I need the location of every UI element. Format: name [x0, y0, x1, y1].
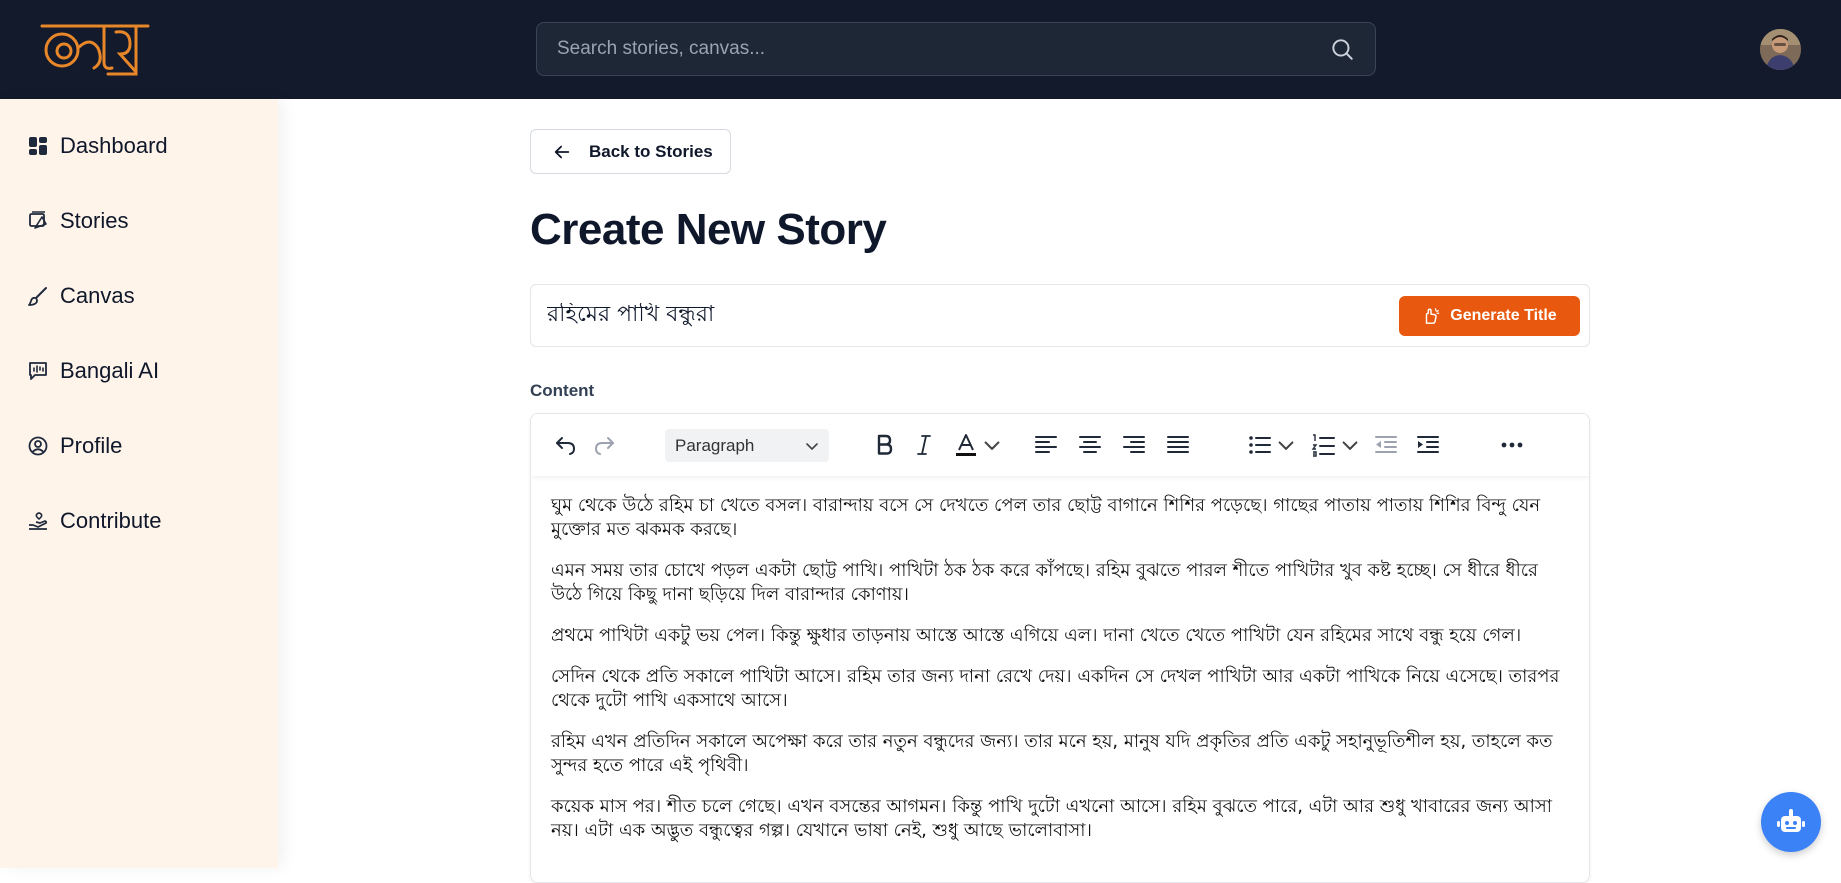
block-format-select[interactable]: Paragraph	[665, 429, 829, 462]
bold-button[interactable]	[869, 430, 899, 460]
undo-icon	[556, 437, 576, 455]
align-center-icon	[1079, 436, 1101, 453]
brush-icon	[28, 287, 47, 306]
sidebar-item-stories[interactable]: Stories	[28, 201, 128, 241]
text-color-dropdown[interactable]	[983, 430, 1001, 460]
generate-title-button[interactable]: Generate Title	[1399, 296, 1580, 336]
top-bar	[0, 0, 1841, 99]
search-bar[interactable]	[536, 22, 1376, 76]
search-icon[interactable]	[1329, 36, 1355, 62]
story-paragraph: কয়েক মাস পর। শীত চলে গেছে। এখন বসন্তের …	[551, 796, 1552, 841]
sidebar-item-label: Bangali AI	[60, 358, 160, 383]
dashboard-icon	[29, 137, 47, 155]
undo-button[interactable]	[551, 430, 581, 460]
align-left-icon	[1035, 436, 1057, 453]
editor-toolbar: Paragraph	[531, 414, 1589, 476]
arrow-left-icon	[554, 145, 570, 158]
contribute-icon	[29, 512, 48, 530]
sidebar-item-profile[interactable]: Profile	[28, 426, 122, 466]
sidebar-item-label: Canvas	[60, 283, 135, 308]
sidebar-item-label: Contribute	[60, 508, 162, 533]
story-paragraph: সেদিন থেকে প্রতি সকালে পাখিটা আসে। রহিম …	[551, 666, 1560, 711]
align-right-icon	[1123, 436, 1145, 453]
sidebar: Dashboard Stories Canvas Bangali AI Prof…	[0, 99, 278, 868]
bullet-list-dropdown[interactable]	[1277, 430, 1295, 460]
story-paragraph: প্রথমে পাখিটা একটু ভয় পেল। কিন্তু ক্ষুধ…	[551, 625, 1522, 646]
robot-icon	[1777, 809, 1805, 832]
chevron-down-icon	[1342, 441, 1358, 450]
outdent-button[interactable]	[1371, 430, 1401, 460]
rich-text-editor: Paragraph ঘুম থেকে উঠে রহিম চা খেতে বসল।…	[530, 413, 1590, 883]
search-input[interactable]	[557, 38, 1329, 60]
logo-icon	[40, 24, 150, 76]
numbered-list-dropdown[interactable]	[1341, 430, 1359, 460]
more-horizontal-icon	[1501, 442, 1523, 448]
page-title: Create New Story	[530, 205, 887, 254]
redo-icon	[594, 437, 614, 455]
back-label: Back to Stories	[589, 141, 713, 161]
stories-icon	[29, 211, 47, 229]
indent-button[interactable]	[1413, 430, 1443, 460]
italic-icon	[917, 435, 931, 455]
sidebar-item-canvas[interactable]: Canvas	[28, 276, 135, 316]
align-center-button[interactable]	[1075, 430, 1105, 460]
numbered-list-button[interactable]	[1309, 430, 1339, 460]
chevron-down-icon	[806, 442, 818, 450]
chatbot-button[interactable]	[1761, 792, 1821, 852]
back-to-stories-button[interactable]: Back to Stories	[530, 129, 731, 174]
story-paragraph: রহিম এখন প্রতিদিন সকালে অপেক্ষা করে তার …	[551, 731, 1553, 776]
align-justify-icon	[1167, 436, 1189, 453]
align-left-button[interactable]	[1031, 430, 1061, 460]
editor-content-area[interactable]: ঘুম থেকে উঠে রহিম চা খেতে বসল। বারান্দায…	[531, 476, 1589, 860]
chevron-down-icon	[1278, 441, 1294, 450]
story-paragraph: এমন সময় তার চোখে পড়ল একটা ছোট্ট পাখি। …	[551, 560, 1538, 605]
more-options-button[interactable]	[1495, 430, 1529, 460]
italic-button[interactable]	[909, 430, 939, 460]
sidebar-item-dashboard[interactable]: Dashboard	[28, 126, 168, 166]
sidebar-item-label: Profile	[60, 433, 123, 458]
bullet-list-button[interactable]	[1245, 430, 1275, 460]
block-format-value: Paragraph	[675, 435, 755, 455]
align-right-button[interactable]	[1119, 430, 1149, 460]
user-photo	[1760, 29, 1801, 70]
chevron-down-icon	[984, 441, 1000, 450]
outdent-icon	[1375, 436, 1397, 453]
sparkle-hand-icon	[1426, 308, 1440, 324]
content-label: Content	[530, 381, 595, 400]
text-color-button[interactable]	[951, 430, 981, 460]
redo-button[interactable]	[589, 430, 619, 460]
sidebar-item-label: Stories	[60, 208, 129, 233]
bullet-list-icon	[1249, 436, 1271, 454]
indent-icon	[1417, 436, 1439, 453]
generate-title-label: Generate Title	[1450, 307, 1557, 324]
app-logo[interactable]	[38, 18, 152, 78]
ai-chat-icon	[29, 362, 47, 380]
user-circle-icon	[28, 436, 48, 456]
avatar[interactable]	[1760, 29, 1801, 70]
story-title-field: Generate Title	[530, 284, 1590, 347]
bold-icon	[877, 434, 893, 455]
sidebar-item-label: Dashboard	[60, 133, 168, 158]
story-paragraph: ঘুম থেকে উঠে রহিম চা খেতে বসল। বারান্দায…	[551, 495, 1541, 540]
sidebar-item-contribute[interactable]: Contribute	[28, 501, 162, 541]
text-color-icon	[956, 434, 976, 456]
numbered-list-icon	[1311, 434, 1335, 457]
align-justify-button[interactable]	[1163, 430, 1193, 460]
sidebar-item-bangali-ai[interactable]: Bangali AI	[28, 351, 159, 391]
